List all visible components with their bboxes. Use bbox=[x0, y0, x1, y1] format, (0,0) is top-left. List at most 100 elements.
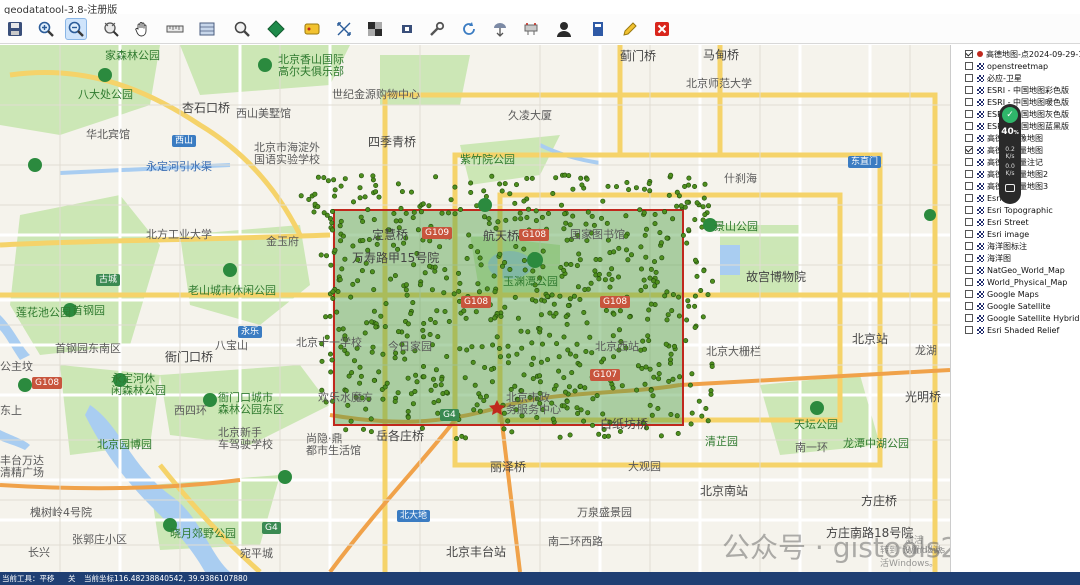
point-feature[interactable] bbox=[689, 371, 695, 377]
point-feature[interactable] bbox=[702, 181, 708, 187]
point-feature[interactable] bbox=[541, 298, 547, 304]
point-feature[interactable] bbox=[376, 194, 382, 200]
point-feature[interactable] bbox=[655, 405, 661, 411]
edit-button[interactable] bbox=[619, 18, 641, 40]
point-feature[interactable] bbox=[405, 414, 411, 420]
point-feature[interactable] bbox=[411, 209, 417, 215]
point-feature[interactable] bbox=[670, 376, 676, 382]
pan-button[interactable] bbox=[131, 18, 153, 40]
point-feature[interactable] bbox=[550, 416, 556, 422]
point-feature[interactable] bbox=[519, 345, 525, 351]
tools-button[interactable] bbox=[426, 18, 448, 40]
layer-item[interactable]: 必应-卫星 bbox=[965, 72, 1022, 84]
point-feature[interactable] bbox=[545, 211, 551, 217]
point-feature[interactable] bbox=[641, 186, 647, 192]
point-feature[interactable] bbox=[643, 364, 649, 370]
point-feature[interactable] bbox=[338, 238, 344, 244]
point-feature[interactable] bbox=[370, 173, 376, 179]
point-feature[interactable] bbox=[357, 195, 363, 201]
point-feature[interactable] bbox=[479, 344, 485, 350]
point-feature[interactable] bbox=[488, 366, 494, 372]
point-feature[interactable] bbox=[410, 300, 416, 306]
point-feature[interactable] bbox=[561, 375, 567, 381]
point-feature[interactable] bbox=[330, 296, 336, 302]
layer-checkbox[interactable] bbox=[965, 218, 973, 226]
point-feature[interactable] bbox=[420, 327, 426, 333]
point-feature[interactable] bbox=[357, 185, 363, 191]
point-feature[interactable] bbox=[433, 174, 439, 180]
point-feature[interactable] bbox=[466, 232, 472, 238]
point-feature[interactable] bbox=[692, 217, 698, 223]
point-feature[interactable] bbox=[513, 182, 519, 188]
point-feature[interactable] bbox=[651, 374, 657, 380]
point-feature[interactable] bbox=[468, 190, 474, 196]
point-feature[interactable] bbox=[417, 282, 423, 288]
point-feature[interactable] bbox=[481, 398, 487, 404]
point-feature[interactable] bbox=[370, 344, 376, 350]
point-feature[interactable] bbox=[315, 174, 321, 180]
point-feature[interactable] bbox=[414, 379, 420, 385]
point-feature[interactable] bbox=[638, 244, 644, 250]
point-feature[interactable] bbox=[611, 354, 617, 360]
point-feature[interactable] bbox=[643, 254, 649, 260]
point-feature[interactable] bbox=[337, 277, 343, 283]
point-feature[interactable] bbox=[623, 213, 629, 219]
point-feature[interactable] bbox=[576, 251, 582, 257]
point-feature[interactable] bbox=[380, 351, 386, 357]
point-feature[interactable] bbox=[666, 192, 672, 198]
point-feature[interactable] bbox=[670, 292, 676, 298]
point-feature[interactable] bbox=[583, 348, 589, 354]
zoom-in-button[interactable] bbox=[35, 18, 57, 40]
point-feature[interactable] bbox=[340, 326, 346, 332]
point-feature[interactable] bbox=[652, 221, 658, 227]
layer-item[interactable]: ESRI - 中国地图彩色版 bbox=[965, 84, 1069, 96]
point-feature[interactable] bbox=[298, 193, 304, 199]
point-feature[interactable] bbox=[659, 255, 665, 261]
point-feature[interactable] bbox=[350, 199, 356, 205]
point-feature[interactable] bbox=[462, 375, 468, 381]
point-feature[interactable] bbox=[676, 313, 682, 319]
point-feature[interactable] bbox=[677, 374, 683, 380]
point-feature[interactable] bbox=[683, 338, 689, 344]
point-feature[interactable] bbox=[373, 324, 379, 330]
point-feature[interactable] bbox=[666, 378, 672, 384]
point-feature[interactable] bbox=[684, 199, 690, 205]
point-feature[interactable] bbox=[439, 210, 445, 216]
point-feature[interactable] bbox=[574, 263, 580, 269]
point-feature[interactable] bbox=[538, 359, 544, 365]
point-feature[interactable] bbox=[605, 433, 611, 439]
point-feature[interactable] bbox=[668, 172, 674, 178]
point-feature[interactable] bbox=[525, 206, 531, 212]
point-feature[interactable] bbox=[371, 287, 377, 293]
point-feature[interactable] bbox=[564, 321, 570, 327]
point-feature[interactable] bbox=[705, 292, 711, 298]
point-feature[interactable] bbox=[371, 308, 377, 314]
point-feature[interactable] bbox=[392, 355, 398, 361]
point-feature[interactable] bbox=[327, 351, 333, 357]
point-feature[interactable] bbox=[566, 173, 572, 179]
point-feature[interactable] bbox=[464, 256, 470, 262]
point-feature[interactable] bbox=[430, 376, 436, 382]
point-feature[interactable] bbox=[456, 288, 462, 294]
point-feature[interactable] bbox=[427, 238, 433, 244]
point-feature[interactable] bbox=[444, 353, 450, 359]
layer-checkbox[interactable] bbox=[965, 182, 973, 190]
layer-item[interactable]: openstreetmap bbox=[965, 60, 1048, 72]
point-feature[interactable] bbox=[696, 398, 702, 404]
point-feature[interactable] bbox=[651, 259, 657, 265]
point-feature[interactable] bbox=[384, 380, 390, 386]
point-feature[interactable] bbox=[609, 266, 615, 272]
point-feature[interactable] bbox=[454, 436, 460, 442]
point-feature[interactable] bbox=[472, 382, 478, 388]
layer-item[interactable]: Google Satellite bbox=[965, 300, 1051, 312]
point-feature[interactable] bbox=[588, 280, 594, 286]
point-feature[interactable] bbox=[606, 271, 612, 277]
point-feature[interactable] bbox=[370, 177, 376, 183]
point-feature[interactable] bbox=[540, 248, 546, 254]
point-feature[interactable] bbox=[551, 301, 557, 307]
layer-style-button[interactable] bbox=[265, 18, 287, 40]
point-feature[interactable] bbox=[521, 372, 527, 378]
layer-checkbox[interactable] bbox=[965, 158, 973, 166]
layer-item[interactable]: 海洋图 bbox=[965, 252, 1011, 264]
layer-checkbox[interactable] bbox=[965, 86, 973, 94]
